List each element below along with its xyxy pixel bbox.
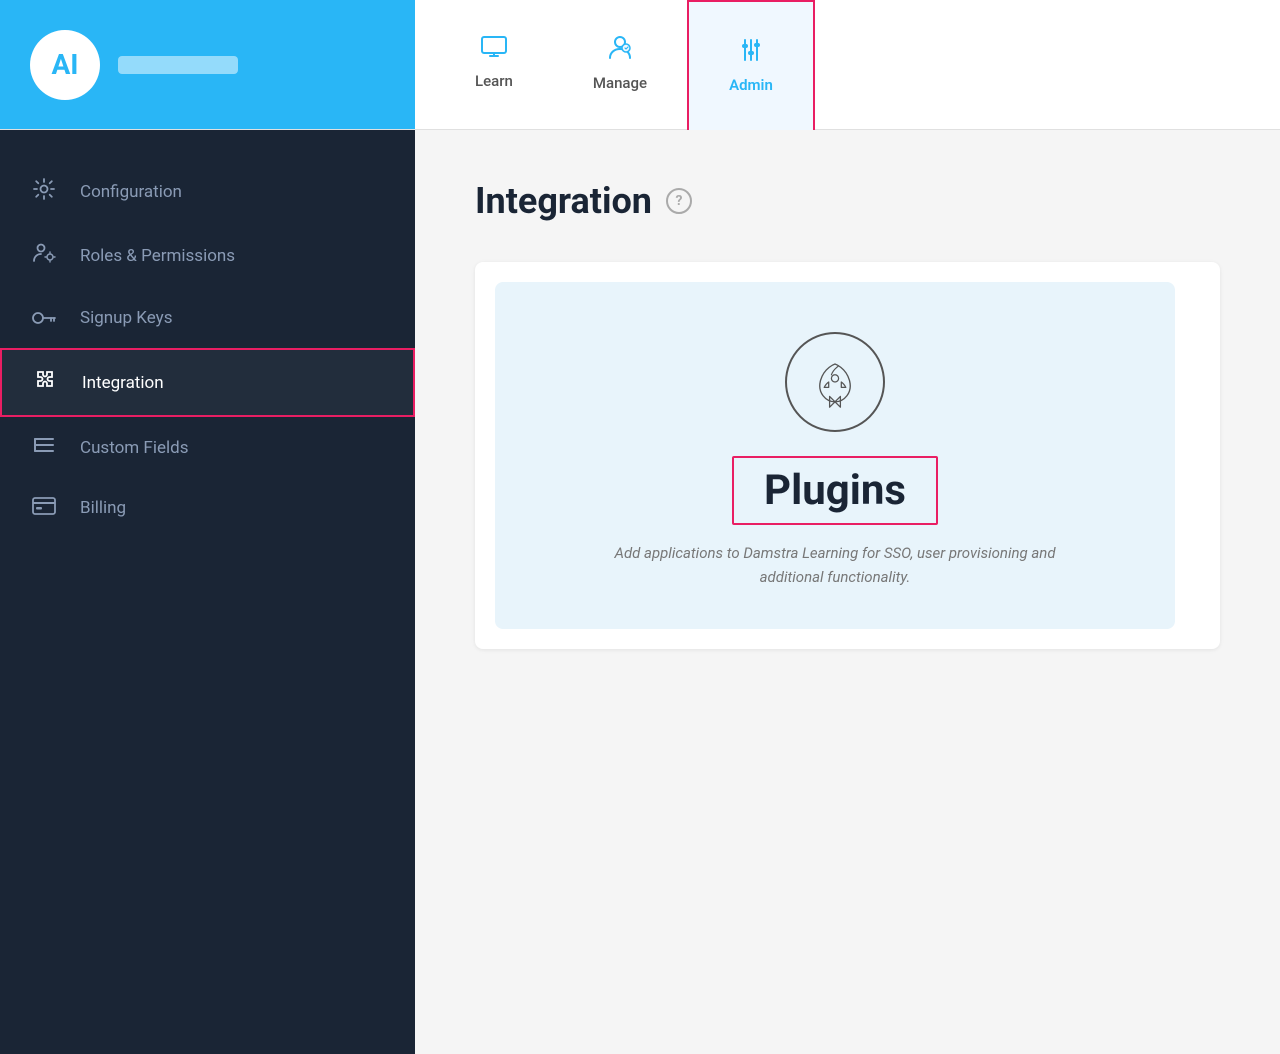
sidebar-item-custom-fields-label: Custom Fields — [80, 438, 188, 458]
page-title-row: Integration ? — [475, 180, 1220, 222]
plugin-description: Add applications to Damstra Learning for… — [585, 541, 1085, 589]
sidebar-item-signup-keys[interactable]: Signup Keys — [0, 288, 415, 348]
list-icon — [30, 435, 58, 460]
top-nav: Learn Manage — [415, 0, 1280, 129]
person-gear-icon — [30, 241, 58, 270]
gear-icon — [30, 178, 58, 205]
key-icon — [30, 306, 58, 330]
help-icon[interactable]: ? — [666, 188, 692, 214]
card-icon — [30, 496, 58, 520]
plugin-icon-circle — [785, 332, 885, 432]
tab-learn[interactable]: Learn — [435, 0, 553, 129]
sidebar-item-roles-permissions[interactable]: Roles & Permissions — [0, 223, 415, 288]
rocket-icon — [808, 355, 862, 409]
tab-manage-label: Manage — [593, 74, 647, 92]
tab-learn-label: Learn — [475, 72, 513, 90]
puzzle-icon — [32, 368, 60, 397]
main-content: Integration ? Plugi — [415, 130, 1280, 1054]
tab-admin[interactable]: Admin — [687, 0, 815, 130]
tab-manage[interactable]: Manage — [553, 0, 687, 129]
sidebar: Configuration Roles & Permissions — [0, 130, 415, 1054]
sidebar-item-signup-keys-label: Signup Keys — [80, 308, 172, 328]
sidebar-item-billing-label: Billing — [80, 498, 126, 518]
sidebar-item-configuration[interactable]: Configuration — [0, 160, 415, 223]
tab-admin-label: Admin — [729, 76, 773, 94]
plugin-card[interactable]: Plugins Add applications to Damstra Lear… — [495, 282, 1175, 629]
sliders-icon — [737, 38, 765, 68]
plugin-title: Plugins — [732, 456, 938, 525]
avatar: AI — [30, 30, 100, 100]
sidebar-item-integration[interactable]: Integration — [0, 348, 415, 417]
sidebar-item-custom-fields[interactable]: Custom Fields — [0, 417, 415, 478]
sidebar-item-billing[interactable]: Billing — [0, 478, 415, 538]
brand-section: AI — [0, 0, 415, 129]
sidebar-item-roles-permissions-label: Roles & Permissions — [80, 246, 235, 266]
sidebar-item-configuration-label: Configuration — [80, 182, 182, 202]
sidebar-item-integration-label: Integration — [82, 373, 164, 393]
brand-name — [118, 56, 238, 74]
person-icon — [608, 34, 632, 66]
card-container: Plugins Add applications to Damstra Lear… — [475, 262, 1220, 649]
page-title: Integration — [475, 180, 652, 222]
monitor-icon — [481, 36, 507, 64]
